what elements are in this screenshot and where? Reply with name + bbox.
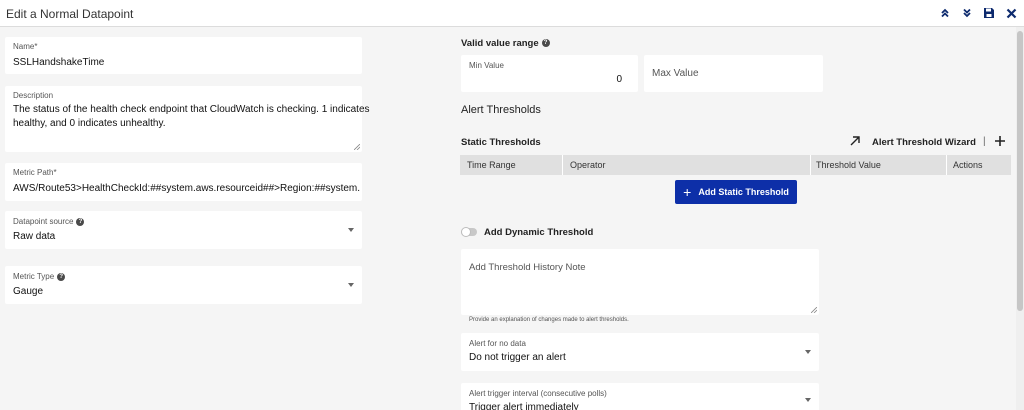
scrollbar[interactable] <box>1016 27 1024 410</box>
dialog-header: Edit a Normal Datapoint <box>0 0 1024 27</box>
datapoint-source-value: Raw data <box>13 231 56 242</box>
column-time-range[interactable]: Time Range <box>467 160 516 170</box>
static-thresholds-title: Static Thresholds <box>461 137 541 148</box>
name-value: SSLHandshakeTime <box>13 57 105 68</box>
chevron-down-icon <box>348 228 354 232</box>
history-note-helper-text: Provide an explanation of changes made t… <box>469 317 629 323</box>
datapoint-source-select[interactable]: Datapoint source? Raw data <box>5 211 362 249</box>
metric-type-value: Gauge <box>13 286 44 297</box>
help-icon[interactable]: ? <box>57 272 66 281</box>
plus-icon: + <box>683 184 692 200</box>
resize-grip-icon[interactable] <box>811 307 817 313</box>
resize-grip-icon[interactable] <box>354 144 360 150</box>
help-icon[interactable]: ? <box>76 217 85 226</box>
alert-no-data-value: Do not trigger an alert <box>469 352 566 363</box>
static-thresholds-table-header: Time Range Operator Threshold Value Acti… <box>460 155 1011 175</box>
max-value-field[interactable]: Max Value <box>644 55 823 92</box>
scrollbar-thumb[interactable] <box>1017 31 1023 311</box>
datapoint-source-label: Datapoint source <box>13 217 74 226</box>
datapoint-source-label-wrap: Datapoint source? <box>13 217 85 226</box>
column-divider <box>562 155 563 175</box>
chevron-down-icon <box>805 350 811 354</box>
description-field[interactable]: Description The status of the health che… <box>5 86 370 152</box>
threshold-history-note-textarea[interactable]: Add Threshold History Note <box>461 249 819 315</box>
valid-range-title: Valid value range <box>461 38 539 49</box>
description-line-2: healthy, and 0 indicates unhealthy. <box>13 118 166 129</box>
expand-all-icon[interactable] <box>959 5 975 21</box>
column-operator[interactable]: Operator <box>570 160 606 170</box>
alert-no-data-label: Alert for no data <box>469 339 526 348</box>
column-actions: Actions <box>953 160 983 170</box>
column-divider <box>810 155 811 175</box>
alert-trigger-interval-label: Alert trigger interval (consecutive poll… <box>469 389 607 398</box>
alert-thresholds-title: Alert Thresholds <box>461 104 541 116</box>
dynamic-threshold-toggle[interactable] <box>461 227 477 237</box>
metric-path-field[interactable]: Metric Path* AWS/Route53>HealthCheckId:#… <box>5 163 362 201</box>
dialog-title: Edit a Normal Datapoint <box>6 7 134 21</box>
toolbar-separator: | <box>983 136 986 147</box>
add-static-threshold-label: Add Static Threshold <box>698 187 789 197</box>
save-icon[interactable] <box>981 5 997 21</box>
close-icon[interactable] <box>1003 5 1019 21</box>
metric-type-select[interactable]: Metric Type? Gauge <box>5 266 362 304</box>
max-value-placeholder: Max Value <box>652 68 699 79</box>
min-value-label: Min Value <box>469 61 504 70</box>
add-icon[interactable] <box>994 134 1006 146</box>
alert-trigger-interval-select[interactable]: Alert trigger interval (consecutive poll… <box>461 383 819 410</box>
valid-range-title-wrap: Valid value range? <box>461 38 550 49</box>
help-icon[interactable]: ? <box>541 39 550 48</box>
min-value-field[interactable]: Min Value 0 <box>461 55 638 92</box>
arrow-up-right-icon[interactable] <box>849 134 861 146</box>
description-line-1: The status of the health check endpoint … <box>13 104 370 115</box>
history-note-placeholder: Add Threshold History Note <box>469 262 586 273</box>
metric-path-value: AWS/Route53>HealthCheckId:##system.aws.r… <box>13 183 361 194</box>
column-divider <box>946 155 947 175</box>
metric-type-label-wrap: Metric Type? <box>13 272 66 281</box>
metric-type-label: Metric Type <box>13 272 55 281</box>
toggle-knob <box>461 227 471 237</box>
alert-threshold-wizard-link[interactable]: Alert Threshold Wizard <box>872 137 976 148</box>
add-static-threshold-button[interactable]: + Add Static Threshold <box>675 180 797 204</box>
description-label: Description <box>13 91 54 100</box>
chevron-down-icon <box>805 398 811 402</box>
alert-trigger-interval-value: Trigger alert immediately <box>469 402 579 410</box>
alert-no-data-select[interactable]: Alert for no data Do not trigger an aler… <box>461 333 819 371</box>
column-threshold-value[interactable]: Threshold Value <box>816 160 881 170</box>
metric-path-label: Metric Path* <box>13 168 57 177</box>
name-label: Name* <box>13 42 38 51</box>
collapse-all-icon[interactable] <box>937 5 953 21</box>
dynamic-threshold-label: Add Dynamic Threshold <box>484 227 594 238</box>
chevron-down-icon <box>348 283 354 287</box>
min-value-value: 0 <box>616 74 622 85</box>
name-field[interactable]: Name* SSLHandshakeTime <box>5 37 362 74</box>
